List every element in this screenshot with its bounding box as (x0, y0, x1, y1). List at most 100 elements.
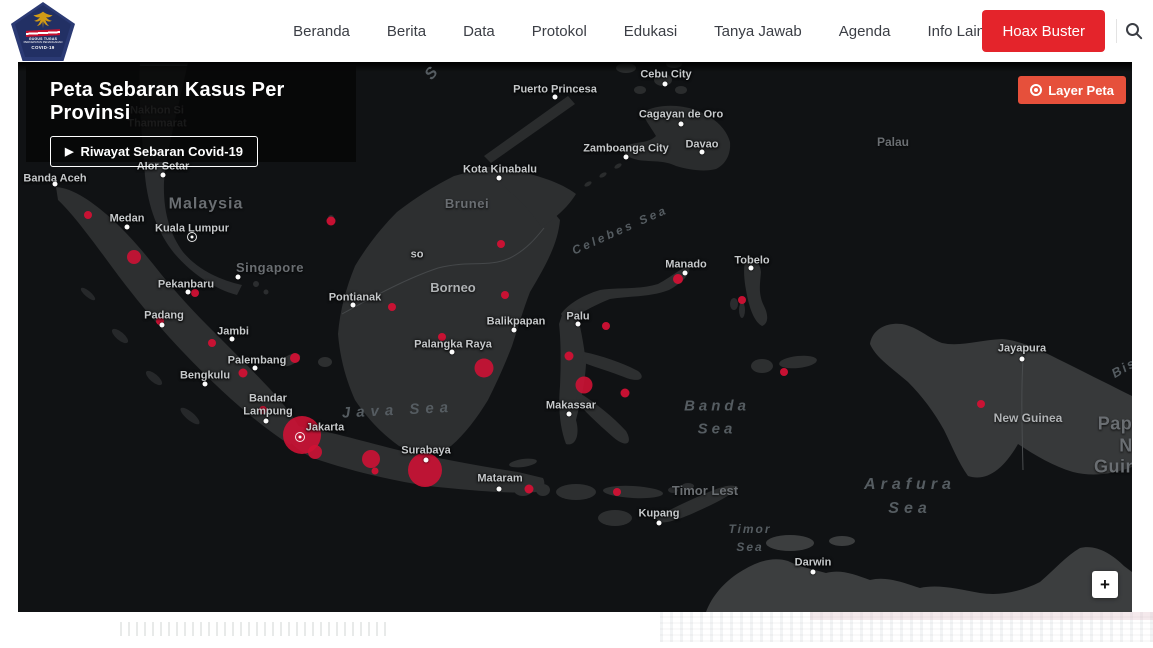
case-marker[interactable] (239, 369, 248, 378)
map-label-cagayan-de-oro: Cagayan de Oro (639, 109, 723, 122)
render-artifact (120, 622, 390, 636)
hoax-buster-button[interactable]: Hoax Buster (982, 10, 1105, 52)
case-marker[interactable] (780, 368, 788, 376)
map-label-bengkulu: Bengkulu (180, 370, 230, 383)
case-marker[interactable] (475, 359, 494, 378)
region-label-papua-n-guinea: Papua N Guinea (1094, 414, 1132, 479)
case-marker[interactable] (673, 274, 683, 284)
covid-distribution-map[interactable]: Banda AcehAlor SetarMedanKuala LumpurPek… (18, 62, 1132, 612)
case-marker[interactable] (388, 303, 396, 311)
map-label-medan: Medan (110, 213, 145, 226)
case-marker[interactable] (525, 485, 534, 494)
case-marker[interactable] (362, 450, 380, 468)
land-maluku-island (730, 298, 738, 310)
land-sumba (598, 510, 632, 526)
case-marker[interactable] (308, 445, 322, 459)
city-dot-bandar-lampung (264, 419, 269, 424)
city-dot-jayapura (1020, 357, 1025, 362)
land-buru (751, 359, 773, 373)
region-label-malaysia: Malaysia (169, 194, 244, 213)
case-marker[interactable] (576, 377, 593, 394)
city-dot-padang (160, 323, 165, 328)
nav-item-protokol[interactable]: Protokol (532, 23, 587, 40)
map-label-jayapura: Jayapura (998, 343, 1046, 356)
region-label-new-guinea: New Guinea (994, 411, 1063, 425)
city-dot-cebu-city (663, 82, 668, 87)
map-label-so: so (411, 249, 424, 262)
case-marker[interactable] (127, 250, 141, 264)
riwayat-sebaran-label: Riwayat Sebaran Covid-19 (80, 144, 243, 159)
logo-text-line3: COVID-19 (24, 45, 63, 51)
city-ring-jakarta (295, 432, 305, 442)
city-dot-palangka-raya (450, 350, 455, 355)
city-dot-pekanbaru (186, 290, 191, 295)
map-title-panel: Peta Sebaran Kasus Per Provinsi ▶ Riwaya… (26, 66, 356, 162)
land-lombok (536, 484, 550, 496)
case-marker[interactable] (327, 217, 336, 226)
bullseye-icon (1030, 84, 1042, 96)
case-marker[interactable] (290, 353, 300, 363)
case-marker[interactable] (372, 468, 379, 475)
case-marker[interactable] (977, 400, 985, 408)
land-visayas2 (634, 86, 646, 94)
nav-item-berita[interactable]: Berita (387, 23, 426, 40)
region-label-singapore: Singapore (236, 260, 304, 276)
nav-item-info-lain[interactable]: Info Lain (927, 23, 985, 40)
city-dot-davao (700, 150, 705, 155)
nav-item-tanya-jawab[interactable]: Tanya Jawab (714, 23, 802, 40)
city-dot-tobelo (749, 266, 754, 271)
riwayat-sebaran-button[interactable]: ▶ Riwayat Sebaran Covid-19 (50, 136, 258, 167)
map-label-kota-kinabalu: Kota Kinabalu (463, 164, 537, 177)
sea-label-banda-sea: Banda Sea (684, 396, 750, 441)
case-marker[interactable] (613, 488, 621, 496)
nav-item-agenda[interactable]: Agenda (839, 23, 891, 40)
land-sulawesi-west (559, 306, 586, 444)
logo-pentagon: GUGUS TUGAS PERCEPATAN PENANGANAN COVID-… (15, 5, 71, 57)
case-marker[interactable] (84, 211, 92, 219)
garuda-icon (28, 8, 58, 32)
page-bottom-strip (0, 612, 1153, 648)
city-dot-pontianak (351, 303, 356, 308)
map-label-surabaya: Surabaya (401, 445, 451, 458)
city-dot-medan (125, 225, 130, 230)
land-sulu1 (584, 180, 593, 187)
nav-item-edukasi[interactable]: Edukasi (624, 23, 677, 40)
zoom-in-button[interactable]: + (1092, 571, 1118, 598)
map-label-zamboanga-city: Zamboanga City (583, 143, 669, 156)
city-dot-mataram (497, 487, 502, 492)
city-dot-kota-kinabalu (497, 176, 502, 181)
land-belitung (318, 357, 332, 367)
map-label-bandar-lampung: Bandar Lampung (243, 392, 293, 417)
case-marker[interactable] (565, 352, 574, 361)
land-bohol (666, 62, 682, 68)
sea-label-arafura-sea: Arafura Sea (864, 473, 956, 521)
case-marker[interactable] (621, 389, 630, 398)
city-dot-surabaya (424, 458, 429, 463)
case-marker[interactable] (602, 322, 610, 330)
nav-item-data[interactable]: Data (463, 23, 495, 40)
case-marker[interactable] (208, 339, 216, 347)
city-dot-singapore (236, 275, 241, 280)
map-label-padang: Padang (144, 310, 184, 323)
nav-item-beranda[interactable]: Beranda (293, 23, 350, 40)
case-marker[interactable] (497, 240, 505, 248)
layer-peta-button[interactable]: Layer Peta (1018, 76, 1126, 104)
map-label-pontianak: Pontianak (329, 292, 382, 305)
land-sumbawa (556, 484, 596, 500)
case-marker[interactable] (738, 296, 746, 304)
covid19-task-force-logo[interactable]: GUGUS TUGAS PERCEPATAN PENANGANAN COVID-… (11, 2, 75, 61)
land-bathurst (829, 536, 855, 546)
region-label-borneo: Borneo (430, 280, 476, 296)
map-label-darwin: Darwin (795, 557, 832, 570)
case-marker[interactable] (501, 291, 509, 299)
land-australia (706, 547, 1132, 612)
search-button[interactable] (1123, 21, 1145, 43)
city-dot-palu (576, 322, 581, 327)
city-dot-cagayan-de-oro (679, 122, 684, 127)
nav-divider (1116, 19, 1117, 43)
city-ring-kuala-lumpur (187, 232, 197, 242)
land-maluku-island2 (739, 302, 745, 318)
land-palawan (484, 96, 575, 163)
land-siberut (144, 369, 164, 388)
land-pagai (178, 405, 202, 427)
